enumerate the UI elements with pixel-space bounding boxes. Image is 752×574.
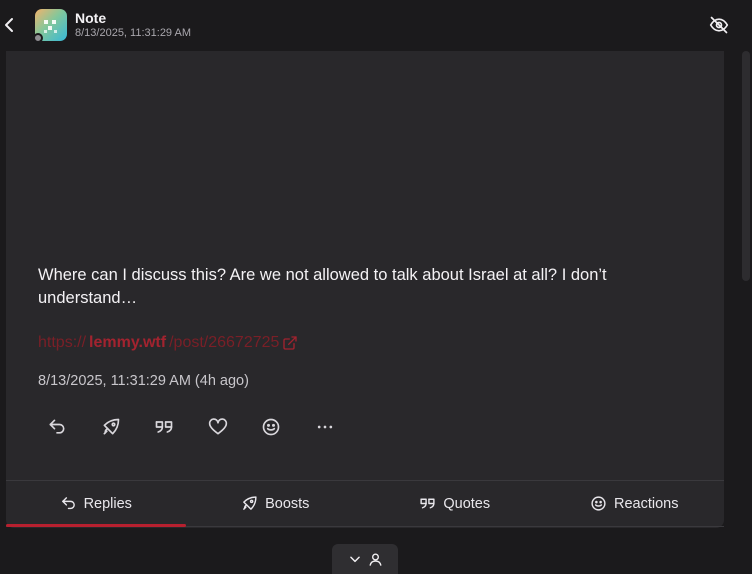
link-path: /post/26672725 bbox=[169, 334, 280, 351]
quote-button[interactable] bbox=[153, 416, 175, 438]
top-bar: Note 8/13/2025, 11:31:29 AM bbox=[0, 0, 752, 51]
action-bar bbox=[46, 416, 367, 438]
eye-off-icon bbox=[709, 16, 729, 34]
more-button[interactable] bbox=[314, 416, 336, 438]
tab-label: Boosts bbox=[265, 495, 310, 512]
react-button[interactable] bbox=[260, 416, 282, 438]
emoji-icon bbox=[262, 418, 280, 436]
tab-bar: Replies Boosts Quotes Reactions bbox=[6, 480, 724, 527]
hide-button[interactable] bbox=[707, 13, 731, 37]
link-host: lemmy.wtf bbox=[89, 334, 167, 351]
boost-button[interactable] bbox=[100, 416, 122, 438]
post-timestamp: 8/13/2025, 11:31:29 AM (4h ago) bbox=[38, 373, 249, 389]
chevron-left-icon bbox=[5, 18, 13, 32]
back-button[interactable] bbox=[0, 13, 18, 37]
reply-button[interactable] bbox=[46, 416, 68, 438]
tab-label: Reactions bbox=[614, 495, 679, 512]
tab-quotes[interactable]: Quotes bbox=[365, 481, 545, 526]
boost-icon bbox=[103, 418, 119, 435]
reply-icon bbox=[49, 419, 65, 434]
tab-reactions[interactable]: Reactions bbox=[545, 481, 725, 526]
quote-icon bbox=[155, 421, 173, 433]
tab-label: Replies bbox=[83, 495, 132, 512]
post-text: Where can I discuss this? Are we not all… bbox=[38, 266, 607, 307]
user-icon bbox=[369, 553, 381, 566]
tab-boosts[interactable]: Boosts bbox=[186, 481, 366, 526]
emoji-icon bbox=[591, 496, 606, 511]
page-title: Note bbox=[75, 10, 107, 26]
quote-icon bbox=[420, 498, 435, 509]
rocket-icon bbox=[243, 496, 257, 510]
chevron-down-icon bbox=[349, 556, 360, 563]
link-scheme: https:// bbox=[38, 334, 87, 351]
status-dot bbox=[33, 33, 43, 43]
collapse-toggle[interactable] bbox=[332, 544, 398, 574]
page-subtitle: 8/13/2025, 11:31:29 AM bbox=[75, 27, 191, 39]
like-button[interactable] bbox=[207, 416, 229, 438]
scrollbar-thumb[interactable] bbox=[742, 51, 750, 281]
heart-icon bbox=[208, 418, 227, 435]
post-link[interactable]: https://lemmy.wtf/post/26672725 bbox=[38, 334, 298, 352]
tab-replies[interactable]: Replies bbox=[6, 481, 186, 527]
reply-icon bbox=[61, 497, 75, 510]
external-link-icon bbox=[283, 336, 298, 350]
more-icon bbox=[317, 425, 332, 429]
tab-label: Quotes bbox=[443, 495, 491, 512]
